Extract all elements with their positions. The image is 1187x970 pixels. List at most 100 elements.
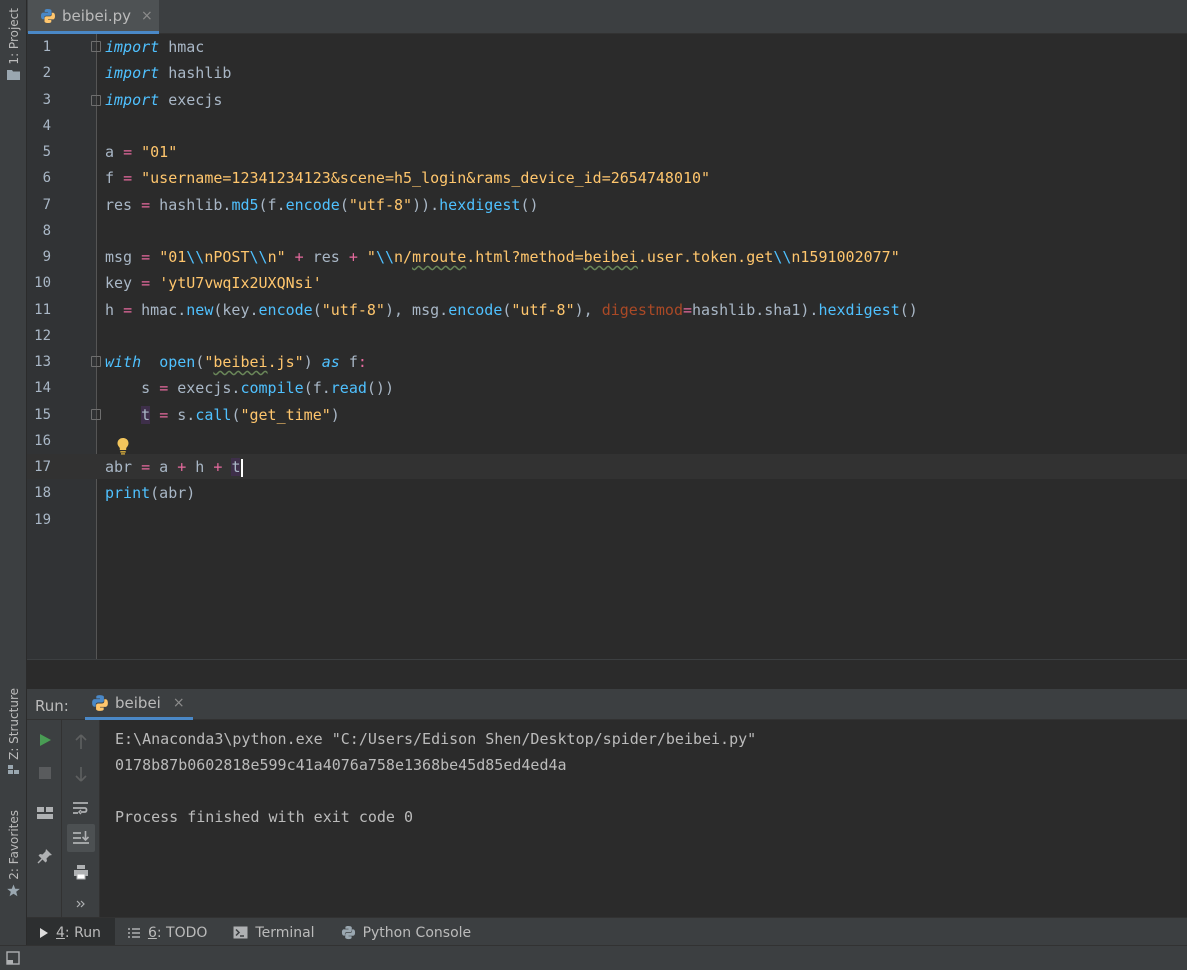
scroll-to-end-icon — [73, 831, 90, 844]
console-line: 0178b87b0602818e599c41a4076a758e1368be45… — [115, 756, 567, 774]
text-cursor — [241, 458, 244, 477]
line-number: 6 — [42, 170, 51, 186]
list-icon — [127, 927, 140, 938]
console-line: Process finished with exit code 0 — [115, 808, 414, 826]
line-number: 12 — [34, 328, 51, 344]
stop-icon — [39, 767, 51, 779]
tab-label: beibei.py — [62, 6, 132, 25]
scroll-down-button[interactable] — [67, 760, 95, 788]
layout-icon — [37, 807, 53, 819]
line-number: 18 — [34, 485, 51, 501]
line-number: 1 — [42, 39, 51, 55]
editor-tab-bar: beibei.py × — [27, 0, 1187, 34]
code-line: import execjs — [105, 91, 223, 109]
todo-tab-text: 6: TODO — [147, 924, 208, 941]
code-line: res = hashlib.md5(f.encode("utf-8")).hex… — [105, 196, 539, 214]
pin-icon — [37, 849, 52, 864]
python-console-tab-label: Python Console — [362, 924, 472, 941]
tool-tab-terminal[interactable]: Terminal — [221, 918, 328, 948]
lightbulb-icon[interactable] — [116, 437, 130, 455]
structure-tool-tab[interactable]: Z: Structure — [0, 688, 27, 775]
arrow-up-icon — [75, 734, 87, 749]
left-tool-strip: 1: Project Z: Structure 2: Favorites — [0, 0, 27, 945]
code-line: s = execjs.compile(f.read()) — [105, 379, 394, 397]
terminal-icon — [233, 926, 248, 939]
structure-icon — [8, 764, 19, 774]
code-line: h = hmac.new(key.encode("utf-8"), msg.en… — [105, 301, 918, 319]
arrow-down-icon — [75, 767, 87, 782]
line-number: 7 — [42, 197, 51, 213]
code-line: with open("beibei.js") as f: — [105, 353, 367, 371]
double-chevron-icon — [76, 900, 85, 908]
project-tool-label: 1: Project — [6, 8, 21, 65]
scroll-up-button[interactable] — [67, 728, 95, 756]
status-bar — [0, 945, 1187, 970]
line-number: 17 — [34, 459, 51, 475]
python-file-icon — [41, 8, 55, 23]
run-toolbar-primary — [27, 720, 62, 917]
tool-windows-toggle-icon[interactable] — [6, 951, 20, 965]
layout-button[interactable] — [31, 799, 59, 827]
line-number: 19 — [34, 512, 51, 528]
code-line: import hashlib — [105, 64, 232, 82]
bottom-tool-bar: 4: Run 6: TODO Terminal Python Console — [27, 917, 1187, 948]
star-icon — [7, 884, 20, 897]
project-tool-tab[interactable]: 1: Project — [0, 8, 27, 80]
run-icon — [40, 927, 48, 938]
panel-splitter[interactable] — [27, 659, 1187, 689]
rerun-button[interactable] — [31, 726, 59, 754]
line-number: 10 — [34, 275, 51, 291]
tab-beibei-py[interactable]: beibei.py × — [28, 0, 159, 34]
code-line: abr = a + h + t — [105, 455, 244, 480]
soft-wrap-icon — [73, 802, 88, 815]
print-button[interactable] — [67, 858, 95, 886]
line-number: 16 — [34, 433, 51, 449]
fold-marker[interactable] — [91, 95, 101, 106]
soft-wrap-button[interactable] — [67, 794, 95, 822]
favorites-tool-tab[interactable]: 2: Favorites — [0, 810, 27, 897]
run-tab-beibei[interactable]: beibei × — [85, 689, 193, 720]
line-number: 4 — [42, 118, 51, 134]
line-number: 14 — [34, 380, 51, 396]
run-tab-text: 4: Run — [56, 924, 101, 941]
run-console[interactable]: E:\Anaconda3\python.exe "C:/Users/Edison… — [100, 720, 1187, 917]
stop-button[interactable] — [31, 759, 59, 787]
structure-tool-label: Z: Structure — [6, 688, 21, 760]
favorites-tool-label: 2: Favorites — [6, 810, 21, 880]
close-icon[interactable]: × — [173, 695, 185, 711]
gutter-separator — [96, 34, 97, 659]
line-number: 3 — [42, 92, 51, 108]
run-panel-title: Run: — [35, 697, 69, 715]
python-icon — [92, 695, 108, 711]
python-console-icon — [341, 925, 355, 940]
play-icon — [40, 734, 51, 746]
code-line: msg = "01\\nPOST\\n" + res + "\\n/mroute… — [105, 248, 900, 266]
code-line: key = 'ytU7vwqIx2UXQNsi' — [105, 274, 322, 292]
fold-marker[interactable] — [91, 356, 101, 367]
code-line: import hmac — [105, 38, 205, 56]
line-number: 8 — [42, 223, 51, 239]
line-number: 2 — [42, 65, 51, 81]
fold-marker[interactable] — [91, 41, 101, 52]
code-line: f = "username=12341234123&scene=h5_login… — [105, 169, 711, 187]
console-line: E:\Anaconda3\python.exe "C:/Users/Edison… — [115, 730, 757, 748]
more-actions-button[interactable] — [67, 890, 95, 918]
code-editor[interactable]: 1 2 3 4 5 6 7 8 9 10 11 12 13 14 15 16 1… — [27, 34, 1187, 659]
terminal-tab-label: Terminal — [255, 924, 315, 941]
folder-icon — [7, 69, 20, 80]
tool-tab-todo[interactable]: 6: TODO — [115, 918, 221, 948]
run-tab-label: beibei — [115, 694, 161, 712]
fold-marker[interactable] — [91, 409, 101, 420]
close-icon[interactable]: × — [141, 8, 153, 24]
code-line: a = "01" — [105, 143, 178, 161]
pin-button[interactable] — [31, 842, 59, 870]
run-toolbar-secondary — [62, 720, 100, 917]
tool-tab-python-console[interactable]: Python Console — [329, 918, 486, 948]
run-panel-header: Run: beibei × — [27, 689, 1187, 720]
tool-tab-run[interactable]: 4: Run — [27, 917, 115, 948]
scroll-to-end-button[interactable] — [67, 824, 95, 852]
printer-icon — [74, 865, 88, 880]
line-number: 13 — [34, 354, 51, 370]
line-number: 9 — [42, 249, 51, 265]
